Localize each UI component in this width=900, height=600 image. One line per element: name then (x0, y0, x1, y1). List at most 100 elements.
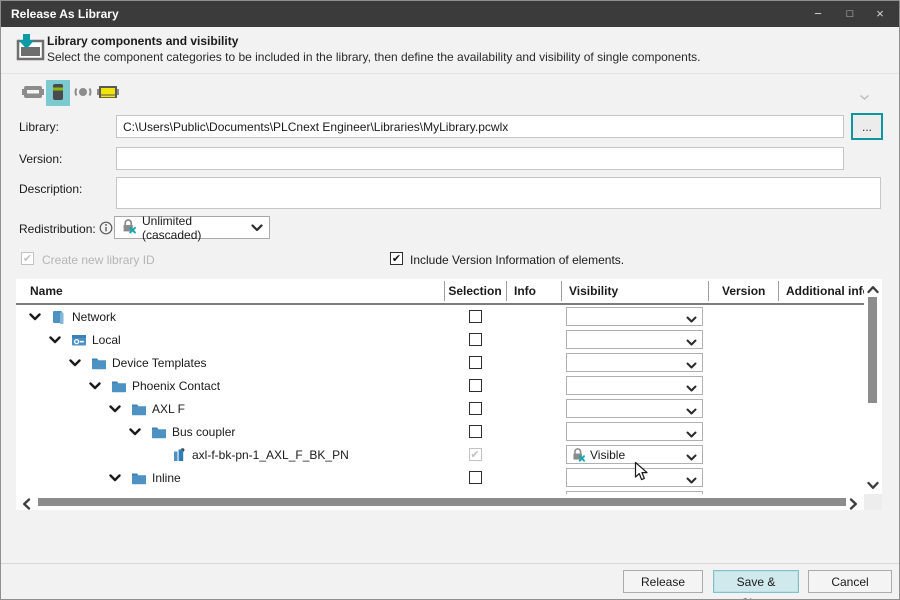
tree-item-label: AXL F (152, 402, 185, 416)
visibility-cell: Visible (566, 445, 703, 464)
components-table: Name Selection Info Visibility Version A… (16, 279, 882, 510)
toolbar (21, 80, 120, 106)
visibility-icon (71, 82, 95, 105)
include-version-checkbox[interactable]: ✔ (390, 252, 403, 265)
toolbar-library-button[interactable] (46, 80, 70, 106)
close-icon[interactable]: × (865, 1, 895, 27)
browse-button[interactable]: ... (851, 113, 883, 140)
chevron-down-icon (686, 451, 697, 465)
column-header-additional[interactable]: Additional information (778, 279, 864, 303)
lock-unlimited-icon (571, 447, 586, 462)
table-row[interactable]: Device Templates (16, 351, 864, 374)
visibility-dropdown[interactable]: Visible (566, 445, 703, 464)
visibility-dropdown[interactable] (566, 468, 703, 487)
footer-divider (1, 563, 900, 564)
selection-checkbox[interactable] (469, 356, 482, 369)
network-icon (51, 309, 67, 325)
tree-item-label: Bus coupler (172, 425, 235, 439)
maximize-icon[interactable]: □ (835, 1, 865, 27)
table-row[interactable]: axl-f-bk-pn-1_AXL_F_BK_PN✔Visible (16, 443, 864, 466)
visibility-dropdown[interactable] (566, 353, 703, 372)
tree-expander-icon[interactable] (29, 313, 41, 321)
column-header-visibility[interactable]: Visibility (561, 279, 708, 303)
tree-expander-icon[interactable] (129, 428, 141, 436)
scroll-down-icon[interactable] (867, 479, 879, 493)
chevron-down-icon (686, 405, 697, 419)
tree-expander-icon[interactable] (109, 405, 121, 413)
library-label: Library: (19, 120, 59, 134)
selection-cell (444, 328, 506, 351)
selection-checkbox[interactable] (469, 425, 482, 438)
toolbar-visibility-button[interactable] (71, 80, 95, 106)
table-row[interactable]: Bus coupler (16, 420, 864, 443)
save-close-button[interactable]: Save & Close (713, 570, 799, 593)
scroll-right-icon[interactable] (849, 498, 858, 513)
folder-icon (151, 424, 167, 440)
visibility-dropdown[interactable] (566, 399, 703, 418)
visibility-dropdown[interactable] (566, 376, 703, 395)
window-titlebar[interactable]: Release As Library − □ × (1, 1, 899, 27)
table-row[interactable]: Inline (16, 466, 864, 489)
chevron-down-icon (686, 359, 697, 373)
horizontal-scroll-thumb[interactable] (38, 498, 846, 506)
selection-checkbox[interactable] (469, 471, 482, 484)
chevron-down-icon (686, 313, 697, 327)
selection-cell (444, 420, 506, 443)
folder-icon (91, 355, 107, 371)
toolbar-module-button[interactable] (96, 80, 120, 106)
scroll-up-icon[interactable] (867, 283, 879, 297)
table-row[interactable]: Phoenix Contact (16, 374, 864, 397)
version-input[interactable] (116, 147, 844, 170)
column-divider (778, 281, 779, 301)
local-icon (71, 332, 87, 348)
toolbar-overflow-chevron-icon[interactable] (859, 90, 870, 104)
selection-cell (444, 397, 506, 420)
tree-expander-icon[interactable] (69, 359, 81, 367)
visibility-dropdown[interactable] (566, 422, 703, 441)
version-label: Version: (19, 152, 62, 166)
selection-checkbox[interactable] (469, 402, 482, 415)
module-icon (96, 82, 120, 105)
minimize-icon[interactable]: − (803, 1, 833, 27)
info-icon[interactable] (99, 221, 113, 238)
redistribution-value: Unlimited (cascaded) (142, 214, 246, 242)
table-row[interactable]: Local (16, 328, 864, 351)
visibility-cell (566, 376, 703, 395)
table-row[interactable]: AXL F (16, 397, 864, 420)
column-header-version[interactable]: Version (708, 279, 778, 303)
scrollbar-corner (864, 494, 882, 510)
redistribution-dropdown[interactable]: Unlimited (cascaded) (114, 216, 270, 239)
tree-expander-icon[interactable] (109, 474, 121, 482)
library-path-input[interactable] (116, 115, 844, 138)
horizontal-scrollbar[interactable] (16, 494, 864, 510)
column-header-info[interactable]: Info (506, 279, 561, 303)
column-header-selection[interactable]: Selection (444, 279, 506, 303)
tree-expander-icon[interactable] (89, 382, 101, 390)
selection-cell (444, 374, 506, 397)
description-input[interactable] (116, 177, 881, 209)
visibility-cell (566, 468, 703, 487)
folder-icon (131, 401, 147, 417)
table-row[interactable]: Network (16, 305, 864, 328)
create-library-id-label: Create new library ID (42, 253, 155, 267)
scroll-left-icon[interactable] (22, 498, 31, 513)
cancel-button[interactable]: Cancel (808, 570, 892, 593)
tree-name-cell: Phoenix Contact (16, 374, 220, 397)
vertical-scrollbar[interactable] (864, 279, 882, 494)
tree-expander-icon[interactable] (49, 336, 61, 344)
tree-name-cell: Inline (16, 466, 181, 489)
selection-checkbox[interactable] (469, 333, 482, 346)
tree-item-label: axl-f-bk-pn-1_AXL_F_BK_PN (192, 448, 349, 462)
visibility-dropdown[interactable] (566, 330, 703, 349)
selection-cell (444, 305, 506, 328)
folder-icon (111, 378, 127, 394)
dialog-header: Library components and visibility Select… (1, 27, 899, 74)
devices-icon (21, 82, 45, 105)
column-header-name[interactable]: Name (16, 279, 444, 303)
release-button[interactable]: Release (623, 570, 703, 593)
selection-checkbox[interactable] (469, 310, 482, 323)
vertical-scroll-thumb[interactable] (868, 297, 877, 403)
visibility-dropdown[interactable] (566, 307, 703, 326)
selection-checkbox[interactable] (469, 379, 482, 392)
toolbar-devices-button[interactable] (21, 80, 45, 106)
